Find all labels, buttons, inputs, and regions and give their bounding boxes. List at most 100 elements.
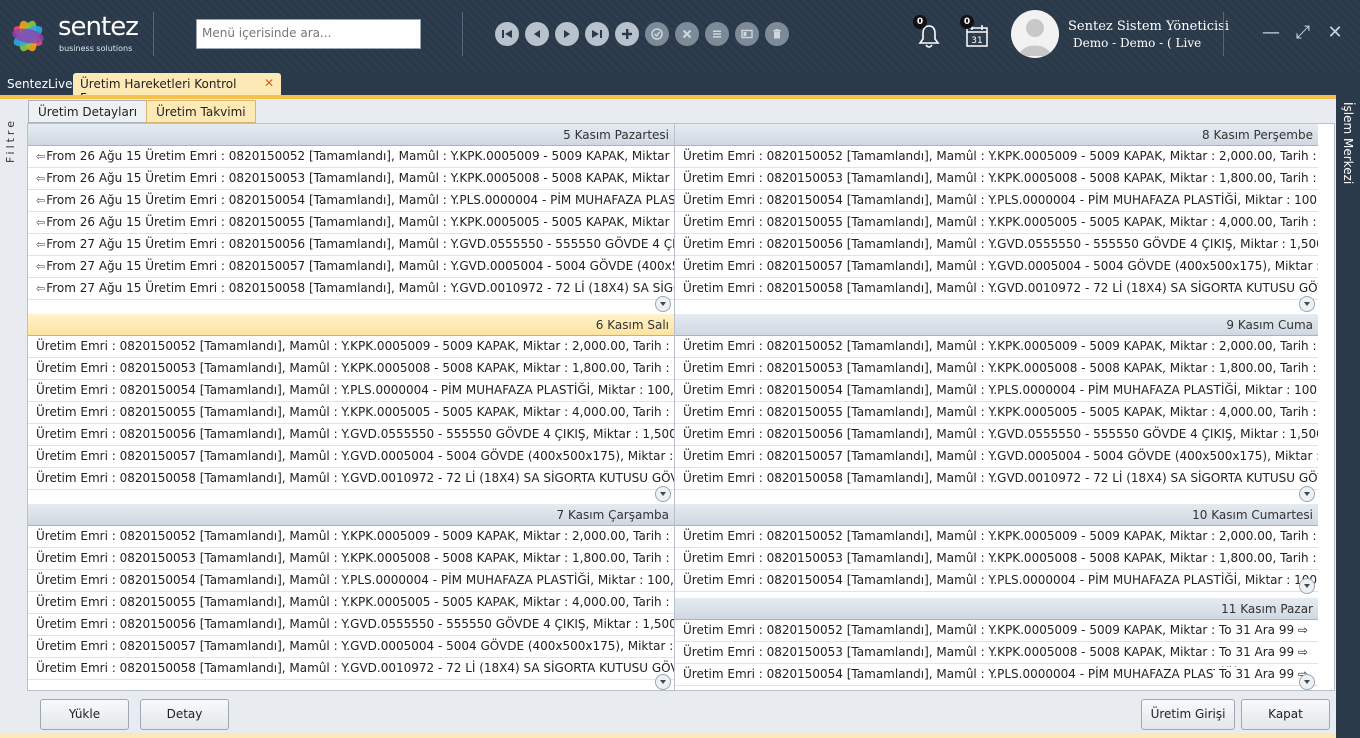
appointment-text: Üretim Emri : 0820150057 [Tamamlandı], M… xyxy=(36,639,674,653)
appointment-item[interactable]: ⇦From 26 Ağu 15 Üretim Emri : 0820150052… xyxy=(28,146,674,168)
minimize-button[interactable]: — xyxy=(1260,22,1282,44)
appointment-item[interactable]: Üretim Emri : 0820150053 [Tamamlandı], M… xyxy=(675,168,1318,190)
appointment-item[interactable]: Üretim Emri : 0820150058 [Tamamlandı], M… xyxy=(675,468,1318,490)
appointment-text: Üretim Emri : 0820150055 [Tamamlandı], M… xyxy=(683,405,1318,419)
appointment-item[interactable]: Üretim Emri : 0820150054 [Tamamlandı], M… xyxy=(675,190,1318,212)
appointment-text: Üretim Emri : 0820150053 [Tamamlandı], M… xyxy=(683,551,1318,565)
appointment-item[interactable]: ⇦From 26 Ağu 15 Üretim Emri : 0820150053… xyxy=(28,168,674,190)
calendar-button[interactable]: 31 0 xyxy=(960,15,991,50)
filter-panel-label[interactable]: Filtre xyxy=(4,118,18,163)
appointment-item[interactable]: Üretim Emri : 0820150056 [Tamamlandı], M… xyxy=(28,614,674,636)
notifications-button[interactable]: 0 xyxy=(913,15,942,50)
day-header[interactable]: 11 Kasım Pazar xyxy=(675,598,1318,620)
avatar[interactable] xyxy=(1011,10,1059,58)
appointment-item[interactable]: Üretim Emri : 0820150053 [Tamamlandı], M… xyxy=(28,548,674,570)
day-header[interactable]: 10 Kasım Cumartesi xyxy=(675,504,1318,526)
appointment-item[interactable]: Üretim Emri : 0820150057 [Tamamlandı], M… xyxy=(675,256,1318,278)
production-entry-button[interactable]: Üretim Girişi xyxy=(1141,699,1235,730)
trash-icon xyxy=(773,29,781,39)
appointment-item[interactable]: Üretim Emri : 0820150054 [Tamamlandı], M… xyxy=(28,380,674,402)
appointment-item[interactable]: Üretim Emri : 0820150053 [Tamamlandı], M… xyxy=(28,358,674,380)
appointment-item[interactable]: Üretim Emri : 0820150052 [Tamamlandı], M… xyxy=(675,526,1318,548)
form-tabs: Üretim Detayları Üretim Takvimi xyxy=(28,100,256,123)
detail-button[interactable]: Detay xyxy=(140,699,229,730)
appointment-item[interactable]: Üretim Emri : 0820150054 [Tamamlandı], M… xyxy=(675,570,1318,592)
appointment-item[interactable]: Üretim Emri : 0820150054 [Tamamlandı], M… xyxy=(675,380,1318,402)
more-appointments-button[interactable] xyxy=(655,486,671,502)
add-record-button[interactable] xyxy=(615,22,639,46)
appointment-text: Üretim Emri : 0820150054 [Tamamlandı], M… xyxy=(683,383,1318,397)
previous-record-button[interactable] xyxy=(525,22,549,46)
tab-production-movements[interactable]: Üretim Hareketleri Kontrol Formu ✕ xyxy=(73,73,281,105)
day-header[interactable]: 9 Kasım Cuma xyxy=(675,314,1318,336)
appointment-item[interactable]: Üretim Emri : 0820150053 [Tamamlandı], M… xyxy=(675,548,1318,570)
more-appointments-button[interactable] xyxy=(655,296,671,312)
appointment-item[interactable]: Üretim Emri : 0820150055 [Tamamlandı], M… xyxy=(28,402,674,424)
appointment-item[interactable]: Üretim Emri : 0820150058 [Tamamlandı], M… xyxy=(675,278,1318,300)
filter-panel[interactable] xyxy=(0,99,22,733)
appointment-item[interactable]: Üretim Emri : 0820150052 [Tamamlandı], M… xyxy=(675,146,1318,168)
appointment-item[interactable]: ⇦From 27 Ağu 15 Üretim Emri : 0820150056… xyxy=(28,234,674,256)
maximize-button[interactable]: ⤢ xyxy=(1292,22,1314,44)
appointment-item[interactable]: Üretim Emri : 0820150054 [Tamamlandı], M… xyxy=(675,664,1318,686)
appointment-item[interactable]: Üretim Emri : 0820150053 [Tamamlandı], M… xyxy=(675,642,1318,664)
skip-last-icon xyxy=(592,30,602,38)
more-appointments-button[interactable] xyxy=(1299,578,1315,594)
confirm-button[interactable] xyxy=(645,22,669,46)
appointment-item[interactable]: Üretim Emri : 0820150055 [Tamamlandı], M… xyxy=(675,212,1318,234)
menu-search-input[interactable]: Menü içerisinde ara... xyxy=(196,19,421,49)
appointment-item[interactable]: Üretim Emri : 0820150056 [Tamamlandı], M… xyxy=(675,234,1318,256)
action-center-panel[interactable] xyxy=(1336,95,1360,738)
appointment-item[interactable]: Üretim Emri : 0820150052 [Tamamlandı], M… xyxy=(28,526,674,548)
appointment-item[interactable]: Üretim Emri : 0820150052 [Tamamlandı], M… xyxy=(675,336,1318,358)
appointment-item[interactable]: Üretim Emri : 0820150056 [Tamamlandı], M… xyxy=(28,424,674,446)
appointment-item[interactable]: Üretim Emri : 0820150057 [Tamamlandı], M… xyxy=(28,446,674,468)
last-record-button[interactable] xyxy=(585,22,609,46)
day-block: 11 Kasım Pazar Üretim Emri : 0820150052 [… xyxy=(675,598,1318,690)
close-window-button[interactable]: ✕ xyxy=(1324,22,1346,44)
next-record-button[interactable] xyxy=(555,22,579,46)
appointment-item[interactable]: Üretim Emri : 0820150057 [Tamamlandı], M… xyxy=(28,636,674,658)
delete-button[interactable] xyxy=(765,22,789,46)
appointment-item[interactable]: Üretim Emri : 0820150055 [Tamamlandı], M… xyxy=(675,402,1318,424)
appointment-item[interactable]: ⇦From 27 Ağu 15 Üretim Emri : 0820150057… xyxy=(28,256,674,278)
more-appointments-button[interactable] xyxy=(1299,296,1315,312)
day-header[interactable]: 6 Kasım Salı xyxy=(28,314,674,336)
appointment-item[interactable]: Üretim Emri : 0820150053 [Tamamlandı], M… xyxy=(675,358,1318,380)
appointment-item[interactable]: Üretim Emri : 0820150054 [Tamamlandı], M… xyxy=(28,570,674,592)
appointment-text: Üretim Emri : 0820150055 [Tamamlandı], M… xyxy=(145,215,674,229)
appointment-item[interactable]: Üretim Emri : 0820150052 [Tamamlandı], M… xyxy=(28,336,674,358)
appointment-item[interactable]: Üretim Emri : 0820150055 [Tamamlandı], M… xyxy=(28,592,674,614)
list-button[interactable] xyxy=(705,22,729,46)
close-tab-icon[interactable]: ✕ xyxy=(264,76,274,90)
previous-icon xyxy=(534,30,540,38)
appointment-item[interactable]: ⇦From 26 Ağu 15 Üretim Emri : 0820150054… xyxy=(28,190,674,212)
cancel-button[interactable] xyxy=(675,22,699,46)
card-view-button[interactable] xyxy=(735,22,759,46)
more-appointments-button[interactable] xyxy=(1299,674,1315,690)
day-header[interactable]: 7 Kasım Çarşamba xyxy=(28,504,674,526)
tab-production-calendar[interactable]: Üretim Takvimi xyxy=(146,100,256,123)
tab-sentezlive[interactable]: SentezLive xyxy=(0,73,80,95)
sentez-logo[interactable]: sentez business solutions xyxy=(2,6,152,62)
continues-from-arrow-icon: ⇦ xyxy=(36,282,46,295)
appointment-list: Üretim Emri : 0820150052 [Tamamlandı], M… xyxy=(675,336,1318,490)
first-record-button[interactable] xyxy=(495,22,519,46)
more-appointments-button[interactable] xyxy=(1299,486,1315,502)
more-appointments-button[interactable] xyxy=(655,674,671,690)
appointment-item[interactable]: Üretim Emri : 0820150056 [Tamamlandı], M… xyxy=(675,424,1318,446)
appointment-text: Üretim Emri : 0820150052 [Tamamlandı], M… xyxy=(36,339,674,353)
appointment-item[interactable]: Üretim Emri : 0820150057 [Tamamlandı], M… xyxy=(675,446,1318,468)
tab-production-details[interactable]: Üretim Detayları xyxy=(28,100,148,123)
action-center-label[interactable]: İşlem Merkezi xyxy=(1341,102,1355,184)
day-header[interactable]: 8 Kasım Perşembe xyxy=(675,124,1318,146)
appointment-item[interactable]: Üretim Emri : 0820150058 [Tamamlandı], M… xyxy=(28,468,674,490)
close-button[interactable]: Kapat xyxy=(1241,699,1330,730)
appointment-item[interactable]: Üretim Emri : 0820150052 [Tamamlandı], M… xyxy=(675,620,1318,642)
load-button[interactable]: Yükle xyxy=(40,699,129,730)
day-header[interactable]: 5 Kasım Pazartesi xyxy=(28,124,674,146)
appointment-item[interactable]: Üretim Emri : 0820150058 [Tamamlandı], M… xyxy=(28,658,674,680)
appointment-item[interactable]: ⇦From 26 Ağu 15 Üretim Emri : 0820150055… xyxy=(28,212,674,234)
appointment-item[interactable]: ⇦From 27 Ağu 15 Üretim Emri : 0820150058… xyxy=(28,278,674,300)
appointment-to-label: To 31 Ara 99 xyxy=(1219,645,1295,659)
